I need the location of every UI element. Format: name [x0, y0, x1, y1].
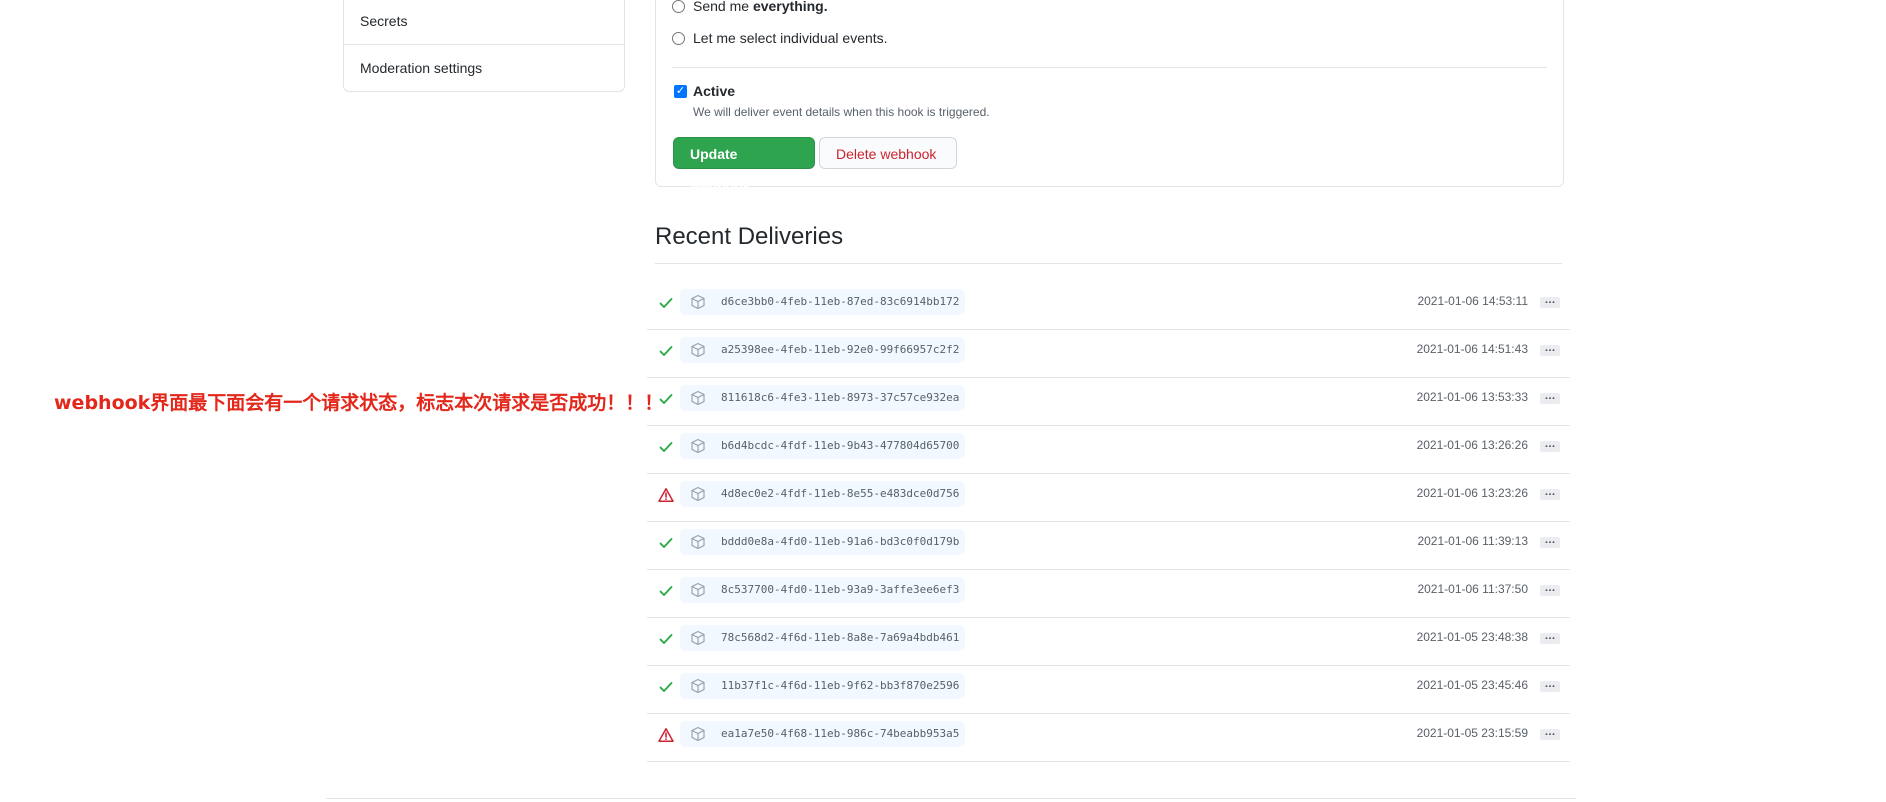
- more-button[interactable]: …: [1540, 535, 1560, 548]
- delivery-guid: b6d4bcdc-4fdf-11eb-9b43-477804d65700: [721, 439, 960, 452]
- check-icon: [658, 439, 674, 455]
- package-icon: [691, 486, 705, 502]
- delivery-time: 2021-01-06 11:39:13: [1417, 534, 1528, 548]
- active-checkbox[interactable]: ✓: [674, 85, 687, 98]
- delete-webhook-button[interactable]: Delete webhook: [819, 137, 957, 169]
- package-icon: [691, 294, 705, 310]
- more-button[interactable]: …: [1540, 391, 1560, 404]
- more-button[interactable]: …: [1540, 295, 1560, 308]
- radio-send-everything[interactable]: Send me everything.: [672, 0, 828, 14]
- delivery-row[interactable]: 8c537700-4fd0-11eb-93a9-3affe3ee6ef3 202…: [647, 570, 1570, 618]
- radio-label-bold: everything.: [752, 0, 828, 14]
- radio-label: Send me everything.: [693, 0, 828, 14]
- package-icon: [691, 390, 705, 406]
- check-icon: [658, 679, 674, 695]
- radio-label-prefix: Send me: [693, 0, 753, 14]
- check-icon: [658, 535, 674, 551]
- radio-button[interactable]: [672, 31, 685, 45]
- delivery-time: 2021-01-06 14:53:11: [1417, 294, 1528, 308]
- active-note: We will deliver event details when this …: [693, 105, 990, 119]
- more-button[interactable]: …: [1540, 343, 1560, 356]
- delivery-row[interactable]: a25398ee-4feb-11eb-92e0-99f66957c2f2 202…: [647, 330, 1570, 378]
- guid-pill[interactable]: 78c568d2-4f6d-11eb-8a8e-7a69a4bdb461: [680, 625, 965, 651]
- delivery-time: 2021-01-06 13:53:33: [1416, 390, 1528, 404]
- more-button[interactable]: …: [1540, 679, 1560, 692]
- delivery-row[interactable]: bddd0e8a-4fd0-11eb-91a6-bd3c0f0d179b 202…: [647, 522, 1570, 570]
- more-button[interactable]: …: [1540, 439, 1560, 452]
- delivery-row[interactable]: 11b37f1c-4f6d-11eb-9f62-bb3f870e2596 202…: [647, 666, 1570, 714]
- package-icon: [691, 726, 705, 742]
- radio-select-individual[interactable]: Let me select individual events.: [672, 30, 888, 46]
- guid-pill[interactable]: a25398ee-4feb-11eb-92e0-99f66957c2f2: [680, 337, 965, 363]
- check-icon: [658, 583, 674, 599]
- sidebar-item-label: Moderation settings: [360, 60, 483, 76]
- package-icon: [691, 582, 705, 598]
- webhook-form: Send me everything. Let me select indivi…: [655, 0, 1564, 194]
- check-icon: [658, 343, 674, 359]
- package-icon: [691, 678, 705, 694]
- more-button[interactable]: …: [1540, 727, 1560, 740]
- guid-pill[interactable]: ea1a7e50-4f68-11eb-986c-74beabb953a5: [680, 721, 965, 747]
- package-icon: [691, 342, 705, 358]
- delivery-row[interactable]: 811618c6-4fe3-11eb-8973-37c57ce932ea 202…: [647, 378, 1570, 426]
- delivery-time: 2021-01-05 23:15:59: [1416, 726, 1528, 740]
- recent-deliveries-title: Recent Deliveries: [655, 223, 844, 250]
- delivery-time: 2021-01-05 23:45:46: [1416, 678, 1528, 692]
- form-divider: [672, 67, 1547, 68]
- delivery-row[interactable]: 78c568d2-4f6d-11eb-8a8e-7a69a4bdb461 202…: [647, 618, 1570, 666]
- delivery-guid: 4d8ec0e2-4fdf-11eb-8e55-e483dce0d756: [721, 487, 960, 500]
- radio-label: Let me select individual events.: [693, 30, 888, 46]
- delivery-time: 2021-01-05 23:48:38: [1416, 630, 1528, 644]
- check-icon: [658, 295, 674, 311]
- delivery-guid: bddd0e8a-4fd0-11eb-91a6-bd3c0f0d179b: [721, 535, 960, 548]
- annotation-text: webhook界面最下面会有一个请求状态，标志本次请求是否成功！！！: [54, 392, 664, 414]
- delivery-guid: d6ce3bb0-4feb-11eb-87ed-83c6914bb172: [721, 295, 960, 308]
- sidebar-item-secrets[interactable]: Secrets: [344, 0, 624, 44]
- delivery-guid: 78c568d2-4f6d-11eb-8a8e-7a69a4bdb461: [721, 631, 960, 644]
- more-button[interactable]: …: [1540, 631, 1560, 644]
- delivery-guid: 8c537700-4fd0-11eb-93a9-3affe3ee6ef3: [721, 583, 960, 596]
- delivery-row[interactable]: 4d8ec0e2-4fdf-11eb-8e55-e483dce0d756 202…: [647, 474, 1570, 522]
- guid-pill[interactable]: 8c537700-4fd0-11eb-93a9-3affe3ee6ef3: [680, 577, 965, 603]
- delivery-guid: ea1a7e50-4f68-11eb-986c-74beabb953a5: [721, 727, 960, 740]
- section-divider: [655, 263, 1562, 264]
- active-label: Active: [693, 83, 736, 99]
- delivery-row[interactable]: b6d4bcdc-4fdf-11eb-9b43-477804d65700 202…: [647, 426, 1570, 474]
- sidebar-item-label: Secrets: [360, 13, 408, 29]
- guid-pill[interactable]: 11b37f1c-4f6d-11eb-9f62-bb3f870e2596: [680, 673, 965, 699]
- delivery-time: 2021-01-06 14:51:43: [1416, 342, 1528, 356]
- radio-button[interactable]: [672, 0, 685, 13]
- guid-pill[interactable]: 4d8ec0e2-4fdf-11eb-8e55-e483dce0d756: [680, 481, 965, 507]
- delivery-row[interactable]: ea1a7e50-4f68-11eb-986c-74beabb953a5 202…: [647, 714, 1570, 762]
- settings-sidebar: Secrets Moderation settings: [343, 0, 625, 92]
- package-icon: [691, 438, 705, 454]
- delivery-time: 2021-01-06 13:23:26: [1416, 486, 1528, 500]
- more-button[interactable]: …: [1540, 583, 1560, 596]
- more-button[interactable]: …: [1540, 487, 1560, 500]
- guid-pill[interactable]: d6ce3bb0-4feb-11eb-87ed-83c6914bb172: [680, 289, 965, 315]
- update-webhook-button[interactable]: Update webhook: [673, 137, 815, 194]
- deliveries-list: d6ce3bb0-4feb-11eb-87ed-83c6914bb172 202…: [647, 282, 1570, 762]
- delivery-guid: 11b37f1c-4f6d-11eb-9f62-bb3f870e2596: [721, 679, 960, 692]
- guid-pill[interactable]: bddd0e8a-4fd0-11eb-91a6-bd3c0f0d179b: [680, 529, 965, 555]
- alert-icon: [658, 727, 674, 743]
- delivery-time: 2021-01-06 11:37:50: [1417, 582, 1528, 596]
- check-icon: [658, 631, 674, 647]
- delivery-time: 2021-01-06 13:26:26: [1416, 438, 1528, 452]
- delivery-row[interactable]: d6ce3bb0-4feb-11eb-87ed-83c6914bb172 202…: [647, 282, 1570, 330]
- alert-icon: [658, 487, 674, 503]
- guid-pill[interactable]: 811618c6-4fe3-11eb-8973-37c57ce932ea: [680, 385, 965, 411]
- delivery-guid: a25398ee-4feb-11eb-92e0-99f66957c2f2: [721, 343, 960, 356]
- sidebar-item-moderation-settings[interactable]: Moderation settings: [344, 44, 624, 91]
- package-icon: [691, 534, 705, 550]
- package-icon: [691, 630, 705, 646]
- delivery-guid: 811618c6-4fe3-11eb-8973-37c57ce932ea: [721, 391, 960, 404]
- guid-pill[interactable]: b6d4bcdc-4fdf-11eb-9b43-477804d65700: [680, 433, 965, 459]
- footer-divider: [326, 798, 1576, 799]
